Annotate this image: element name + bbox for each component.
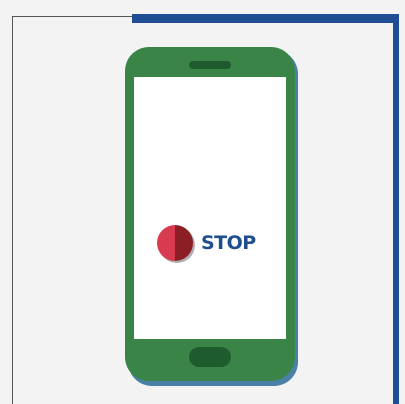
phone-speaker [189, 61, 231, 69]
frame-line-left [12, 16, 13, 404]
frame-accent-right [393, 14, 399, 404]
frame-accent-top [132, 14, 398, 23]
illustration-canvas: STOP [0, 0, 405, 404]
phone-home-button [189, 347, 231, 367]
stop-label[interactable]: STOP [201, 232, 256, 254]
stop-circle-icon[interactable] [155, 222, 197, 264]
stop-control[interactable]: STOP [155, 222, 256, 264]
phone-screen: STOP [134, 77, 286, 339]
smartphone: STOP [125, 47, 295, 381]
frame-line-top [12, 16, 134, 17]
